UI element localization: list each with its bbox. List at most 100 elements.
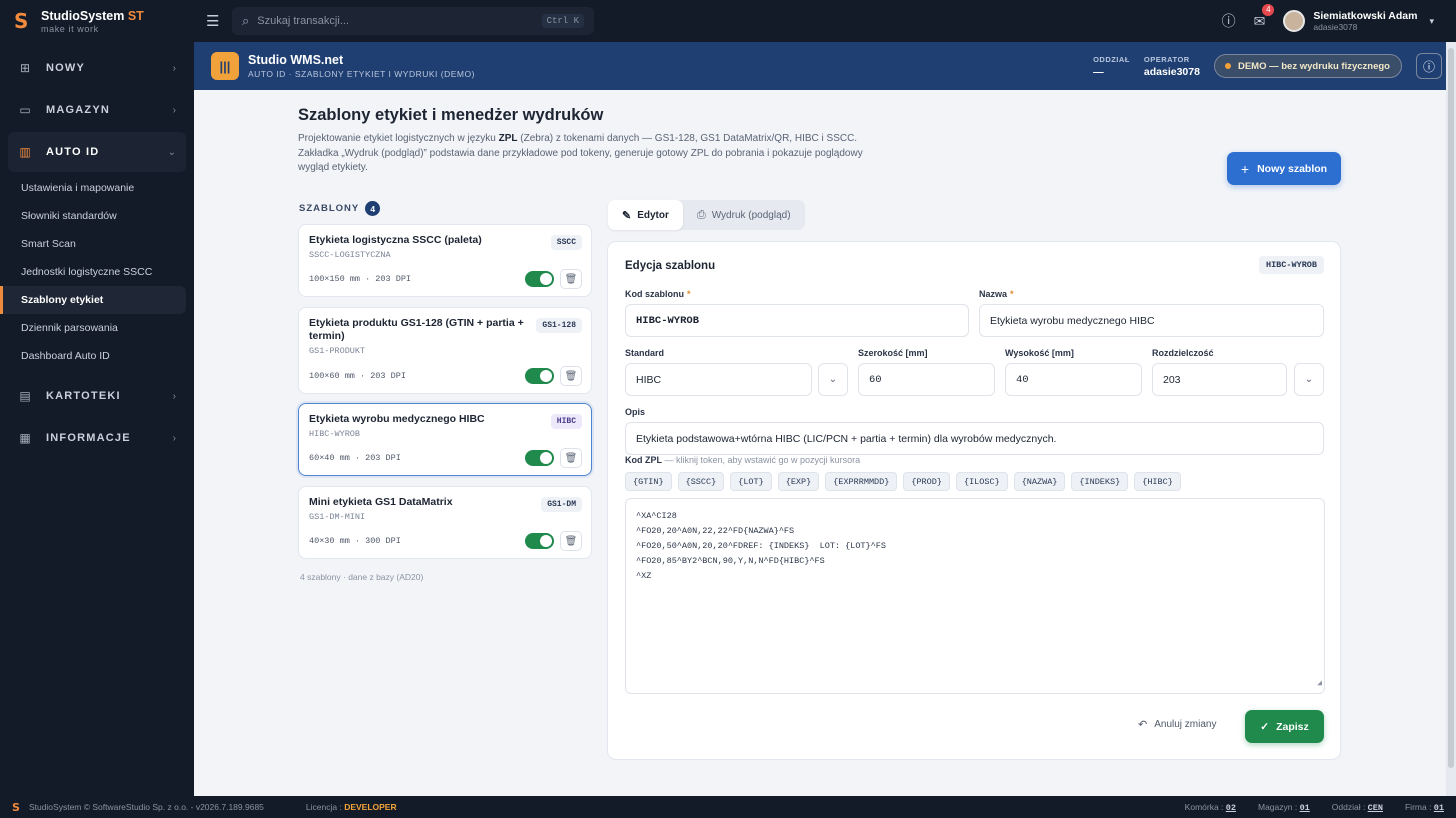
demo-badge: DEMO — bez wydruku fizycznego	[1213, 54, 1402, 78]
menu-toggle-icon[interactable]: ☰	[206, 12, 220, 30]
sidebar-group-magazyn[interactable]: ▭ MAGAZYN ›	[8, 90, 186, 130]
sidebar-item-slowniki[interactable]: Słowniki standardów	[0, 202, 186, 230]
template-card[interactable]: Etykieta logistyczna SSCC (paleta) SSCC-…	[298, 224, 592, 297]
module-title: Studio WMS.net	[248, 53, 344, 67]
height-input[interactable]: 40	[1005, 363, 1142, 396]
sidebar-item-smart-scan[interactable]: Smart Scan	[0, 230, 186, 258]
width-input[interactable]: 60	[858, 363, 995, 396]
name-input[interactable]: Etykieta wyrobu medycznego HIBC	[979, 304, 1324, 337]
code-input[interactable]: HIBC-WYROB	[625, 304, 969, 337]
template-card[interactable]: Etykieta produktu GS1-128 (GTIN + partia…	[298, 307, 592, 394]
branch-info: Oddział : CEN	[1331, 801, 1383, 813]
token-prod[interactable]: {PROD}	[903, 472, 950, 491]
sidebar-item-sscc[interactable]: Jednostki logistyczne SSCC	[0, 258, 186, 286]
description-input[interactable]: Etykieta podstawowa+wtórna HIBC (LIC/PCN…	[625, 422, 1324, 455]
resize-handle-icon[interactable]: ◢	[1317, 676, 1322, 691]
token-lot[interactable]: {LOT}	[730, 472, 772, 491]
sidebar-group-auto-id[interactable]: ▥ AUTO ID ⌄	[8, 132, 186, 172]
delete-button[interactable]: 🗑	[560, 269, 582, 289]
standard-badge: HIBC	[550, 414, 582, 429]
token-gtin[interactable]: {GTIN}	[625, 472, 672, 491]
brand[interactable]: S StudioSystem ST make it work	[0, 0, 194, 42]
status-dot-icon	[1224, 63, 1231, 69]
name-label: Nazwa *	[979, 289, 1014, 299]
new-template-button[interactable]: + Nowy szablon	[1227, 152, 1341, 185]
template-card[interactable]: Mini etykieta GS1 DataMatrix GS1-DM-MINI…	[298, 486, 592, 559]
active-toggle[interactable]	[525, 368, 554, 384]
token-ilosc[interactable]: {ILOSC}	[955, 472, 1008, 491]
barcode-app-icon: |||	[211, 52, 239, 80]
copyright: StudioSystem © SoftwareStudio Sp. z o.o.…	[28, 802, 264, 812]
trash-icon: 🗑	[564, 370, 578, 382]
info-icon[interactable]: ⓘ	[1222, 11, 1236, 31]
info-button[interactable]: ⓘ	[1416, 53, 1442, 79]
avatar[interactable]	[1283, 10, 1306, 32]
brand-suffix: ST	[127, 8, 144, 23]
cancel-button[interactable]: ↶ Anuluj zmiany	[1138, 718, 1216, 731]
delete-button[interactable]: 🗑	[560, 531, 582, 551]
editor-title: Edycja szablonu	[625, 260, 716, 272]
active-toggle[interactable]	[525, 533, 554, 549]
pencil-icon: ✎	[622, 209, 632, 222]
chevron-down-icon: ⌄	[828, 374, 838, 385]
sidebar-group-nowy[interactable]: ⊞ NOWY ›	[8, 48, 186, 88]
warehouse-info: Magazyn : 01	[1257, 801, 1310, 813]
dpi-dropdown-button[interactable]: ⌄	[1294, 363, 1324, 396]
trash-icon: 🗑	[564, 452, 578, 464]
trash-icon: 🗑	[564, 535, 578, 547]
token-indeks[interactable]: {INDEKS}	[1071, 472, 1129, 491]
module-header: ||| Studio WMS.net AUTO ID · SZABLONY ET…	[194, 42, 1456, 90]
mail-icon[interactable]: ✉ 4	[1254, 3, 1275, 30]
standard-dropdown-button[interactable]: ⌄	[818, 363, 848, 396]
template-code: GS1-PRODUKT	[309, 346, 366, 356]
sidebar-group-label: KARTOTEKI	[46, 390, 121, 402]
templates-footer: 4 szablony · dane z bazy (AD20)	[300, 572, 424, 582]
sidebar: ⊞ NOWY › ▭ MAGAZYN › ▥ AUTO ID ⌄ Ustawie…	[0, 42, 194, 796]
delete-button[interactable]: 🗑	[560, 366, 582, 386]
check-icon: ✓	[1260, 720, 1270, 733]
scrollbar-thumb[interactable]	[1448, 48, 1454, 768]
plus-icon: +	[1240, 160, 1250, 177]
dpi-select[interactable]: 203	[1152, 363, 1287, 396]
chevron-down-icon[interactable]: ▾	[1429, 16, 1434, 27]
user-login: adasie3078	[1313, 22, 1358, 32]
token-exp[interactable]: {EXP}	[777, 472, 820, 491]
sidebar-item-ustawienia[interactable]: Ustawienia i mapowanie	[0, 174, 186, 202]
company-info: Firma : 01	[1404, 801, 1444, 813]
zpl-code-editor[interactable]: ^XA^CI28 ^FO20,20^A0N,22,22^FD{NAZWA}^FS…	[625, 498, 1325, 694]
search-input[interactable]	[257, 15, 542, 27]
template-size: 100×60 mm · 203 DPI	[309, 371, 406, 381]
templates-count-badge: 4	[365, 201, 381, 216]
tab-preview[interactable]: ⎙ Wydruk (podgląd)	[683, 200, 805, 230]
token-hibc[interactable]: {HIBC}	[1134, 472, 1181, 491]
template-name: Etykieta produktu GS1-128 (GTIN + partia…	[309, 317, 524, 342]
template-code: GS1-DM-MINI	[309, 512, 366, 522]
user-menu[interactable]: Siemiatkowski Adam adasie3078	[1313, 10, 1417, 32]
brand-tagline: make it work	[41, 23, 99, 34]
tab-editor[interactable]: ✎ Edytor	[608, 200, 683, 230]
token-sscc[interactable]: {SSCC}	[677, 472, 725, 491]
search-icon: ⌕	[242, 13, 250, 28]
height-label: Wysokość [mm]	[1005, 348, 1074, 358]
top-bar: S StudioSystem ST make it work ☰ ⌕ Ctrl …	[0, 0, 1456, 42]
search-bar[interactable]: ⌕ Ctrl K	[232, 7, 594, 35]
search-shortcut: Ctrl K	[541, 14, 584, 28]
sidebar-group-informacje[interactable]: ▦ INFORMACJE ›	[8, 418, 186, 458]
scrollbar[interactable]	[1446, 42, 1456, 796]
template-code: SSCC-LOGISTYCZNA	[309, 250, 391, 260]
sidebar-item-dziennik[interactable]: Dziennik parsowania	[0, 314, 186, 342]
sidebar-item-szablony[interactable]: Szablony etykiet	[0, 286, 186, 314]
delete-button[interactable]: 🗑	[560, 448, 582, 468]
token-exprrmmdd[interactable]: {EXPRRMMDD}	[825, 472, 898, 491]
sidebar-group-kartoteki[interactable]: ▤ KARTOTEKI ›	[8, 376, 186, 416]
dpi-label: Rozdzielczość	[1152, 348, 1214, 358]
printer-icon: ⎙	[696, 208, 706, 221]
active-toggle[interactable]	[525, 450, 554, 466]
active-toggle[interactable]	[525, 271, 554, 287]
sidebar-item-dashboard[interactable]: Dashboard Auto ID	[0, 342, 186, 370]
sidebar-group-label: INFORMACJE	[46, 432, 131, 444]
save-button[interactable]: ✓ Zapisz	[1245, 710, 1324, 743]
standard-select[interactable]: HIBC	[625, 363, 812, 396]
template-card-selected[interactable]: Etykieta wyrobu medycznego HIBC HIBC-WYR…	[298, 403, 592, 476]
token-nazwa[interactable]: {NAZWA}	[1013, 472, 1066, 491]
